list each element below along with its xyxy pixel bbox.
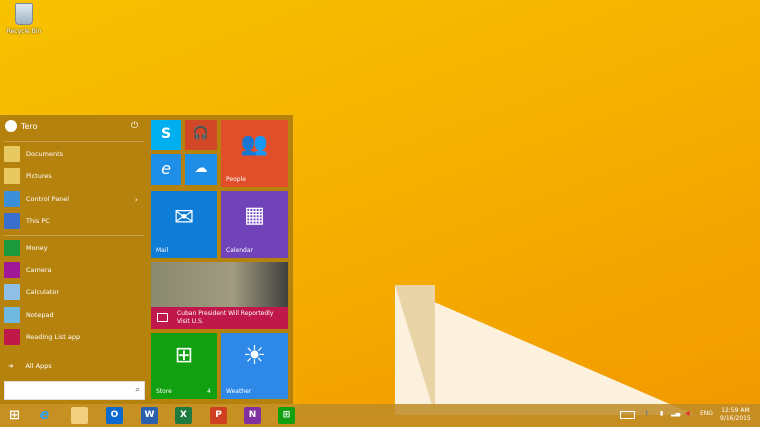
start-item-control-panel[interactable]: Control Panel › (4, 190, 144, 208)
recycle-bin-desktop-icon[interactable]: Recycle Bin (4, 3, 44, 35)
item-label: Control Panel (26, 195, 70, 203)
powerpoint-taskbar-icon[interactable]: P (210, 407, 227, 424)
clock-time: 12:59 AM (721, 407, 750, 414)
chevron-right-icon[interactable]: › (135, 195, 138, 204)
tile-store[interactable]: ⊞ Store 4 (151, 333, 217, 399)
all-apps-button[interactable]: ➔ All Apps (8, 362, 52, 370)
divider (4, 235, 144, 236)
item-label: Money (26, 244, 48, 252)
tile-label: People (226, 176, 246, 183)
clock[interactable]: 12:59 AM 9/16/2015 (720, 407, 751, 423)
start-item-camera[interactable]: Camera (4, 261, 144, 279)
ie-icon: e (161, 159, 171, 178)
search-icon: ⌕ (135, 385, 140, 394)
start-item-money[interactable]: Money (4, 239, 144, 257)
cloud-icon: ☁ (194, 161, 208, 176)
skype-icon: S (160, 126, 172, 142)
recycle-bin-icon (15, 3, 33, 25)
tile-label: Weather (226, 388, 252, 395)
people-icon: 👥 (240, 132, 269, 157)
tile-label: Mail (156, 247, 169, 254)
bluetooth-icon[interactable]: ᛒ (645, 410, 649, 417)
start-button[interactable]: ⊞ (6, 407, 23, 424)
start-item-pictures[interactable]: Pictures (4, 167, 144, 185)
tile-calendar[interactable]: ▦ Calendar (221, 191, 288, 258)
power-icon[interactable]: ⏻ (131, 121, 138, 131)
headphones-icon: 🎧 (192, 126, 210, 141)
arrow-right-icon: ➔ (8, 362, 14, 370)
tile-label: Store (156, 388, 172, 395)
tile-music[interactable]: 🎧 (185, 120, 217, 150)
calculator-icon (4, 284, 20, 300)
user-name: Tero (21, 121, 38, 131)
start-item-this-pc[interactable]: This PC (4, 212, 144, 230)
battery-icon[interactable]: ▮ (660, 410, 663, 417)
excel-taskbar-icon[interactable]: X (175, 407, 192, 424)
search-input[interactable]: ⌕ (4, 381, 145, 400)
recycle-bin-label: Recycle Bin (6, 28, 42, 35)
item-label: This PC (26, 217, 50, 225)
taskbar: ⊞ e O W X P N ⊞ ᛒ ▮ ▂▄ ◀ ENG 12:59 AM 9/1… (0, 404, 760, 427)
start-menu: Tero ⏻ Documents Pictures Control Panel ›… (0, 115, 293, 404)
wallpaper-shape (395, 285, 695, 415)
network-icon[interactable]: ▂▄ (671, 410, 680, 417)
mail-icon: ✉ (173, 203, 195, 231)
tile-onedrive[interactable]: ☁ (185, 154, 217, 185)
start-item-notepad[interactable]: Notepad (4, 306, 144, 324)
language-indicator[interactable]: ENG (700, 410, 713, 417)
tile-skype[interactable]: S (151, 120, 181, 150)
calendar-icon: ▦ (244, 203, 265, 228)
store-badge: 4 (207, 388, 211, 395)
item-label: Camera (26, 266, 52, 274)
tile-internet-explorer[interactable]: e (151, 154, 181, 185)
item-label: Reading List app (26, 333, 81, 341)
word-taskbar-icon[interactable]: W (141, 407, 158, 424)
store-bag-icon: ⊞ (174, 343, 194, 368)
keyboard-icon[interactable] (620, 411, 635, 419)
onenote-taskbar-icon[interactable]: N (244, 407, 261, 424)
news-headline: Cuban President Will Reportedly Visit U.… (177, 310, 274, 325)
file-explorer-taskbar-icon[interactable] (71, 407, 88, 424)
tile-mail[interactable]: ✉ Mail (151, 191, 217, 258)
notepad-icon (4, 307, 20, 323)
news-caption: Cuban President Will Reportedly Visit U.… (151, 307, 288, 329)
tile-label: Calendar (226, 247, 253, 254)
user-account[interactable]: Tero (5, 120, 37, 132)
divider (4, 141, 144, 142)
store-taskbar-icon[interactable]: ⊞ (278, 407, 295, 424)
tile-weather[interactable]: ☀ Weather (221, 333, 288, 399)
internet-explorer-taskbar-icon[interactable]: e (36, 407, 53, 424)
item-label: Calculator (26, 288, 60, 296)
wallpaper-shape-shadow (395, 285, 435, 415)
money-icon (4, 240, 20, 256)
computer-icon (4, 213, 20, 229)
camera-icon (4, 262, 20, 278)
control-panel-icon (4, 191, 20, 207)
clock-date: 9/16/2015 (720, 415, 751, 422)
start-item-documents[interactable]: Documents (4, 145, 144, 163)
pictures-folder-icon (4, 168, 20, 184)
reading-list-icon (4, 329, 20, 345)
tile-people[interactable]: 👥 People (221, 120, 288, 187)
item-label: Documents (26, 150, 64, 158)
outlook-taskbar-icon[interactable]: O (106, 407, 123, 424)
news-icon (157, 313, 168, 322)
all-apps-label: All Apps (25, 362, 52, 370)
volume-icon[interactable]: ◀ (685, 410, 690, 417)
tile-news[interactable]: Cuban President Will Reportedly Visit U.… (151, 262, 288, 329)
sun-icon: ☀ (242, 341, 267, 371)
start-item-reading-list[interactable]: Reading List app (4, 328, 144, 346)
avatar (5, 120, 17, 132)
item-label: Notepad (26, 311, 54, 319)
item-label: Pictures (26, 172, 52, 180)
start-item-calculator[interactable]: Calculator (4, 283, 144, 301)
folder-icon (4, 146, 20, 162)
